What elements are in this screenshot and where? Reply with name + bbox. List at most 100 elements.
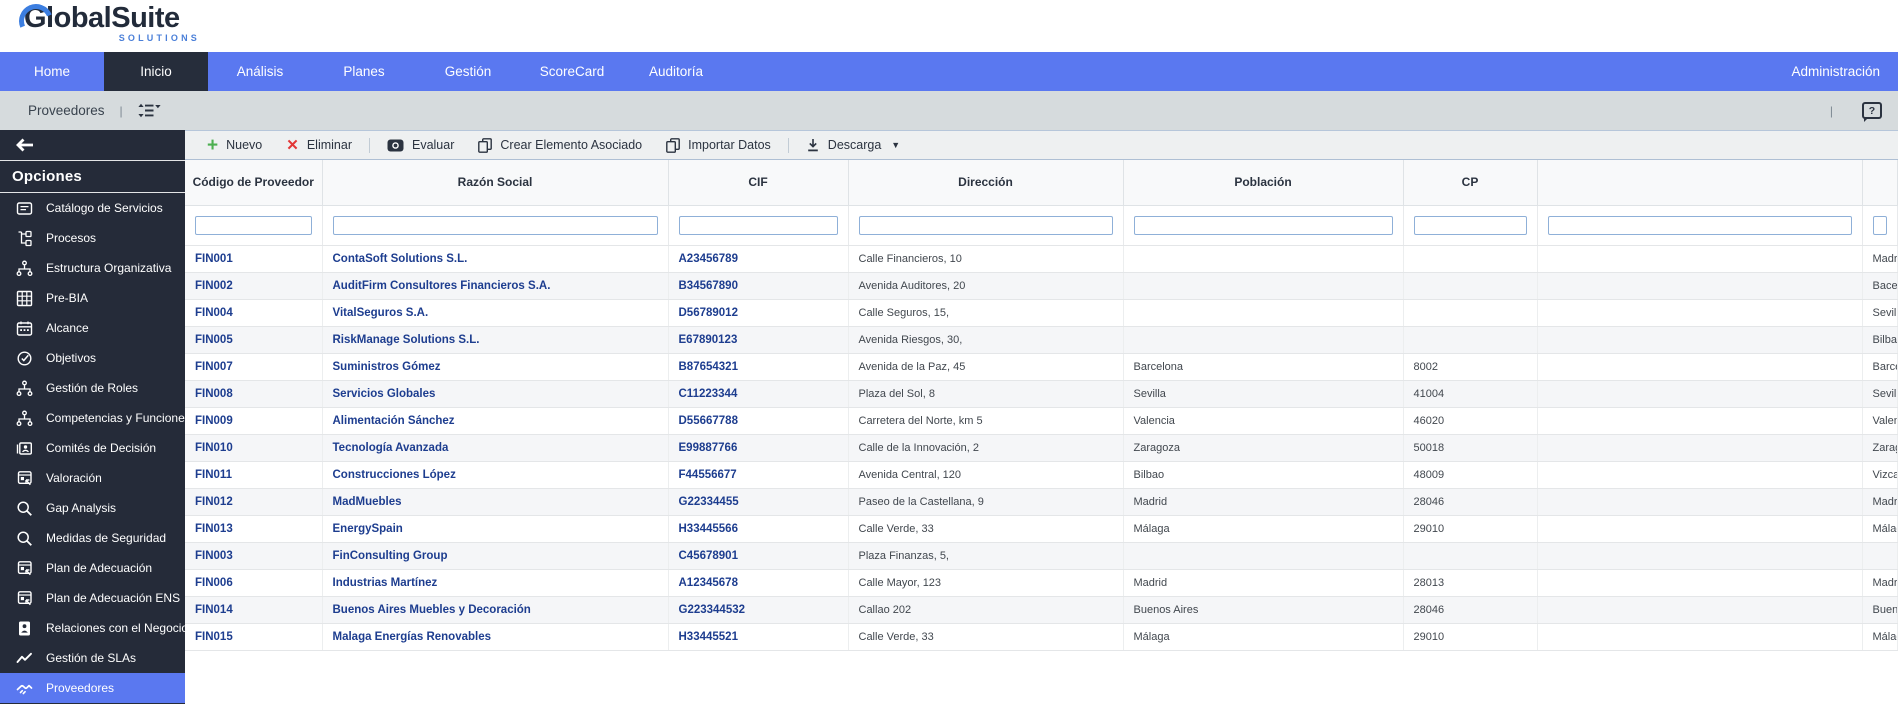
nav-item-planes[interactable]: Planes	[312, 52, 416, 91]
codigo-cell[interactable]: FIN003	[185, 542, 323, 570]
cif-cell[interactable]: G22334455	[668, 488, 849, 516]
table-row-fin009[interactable]: FIN009 Alimentación Sánchez D55667788 Carre…	[185, 407, 1898, 435]
nav-item-auditoria[interactable]: Auditoría	[624, 52, 728, 91]
sidebar-item-gestion-de-roles[interactable]: Gestión de Roles	[0, 373, 185, 403]
razon-social-cell[interactable]: Suministros Gómez	[322, 353, 669, 381]
cif-cell[interactable]: H33445521	[668, 623, 849, 651]
sidebar-item-valoracion[interactable]: Valoración	[0, 463, 185, 493]
column-header-cp[interactable]: CP	[1403, 160, 1538, 206]
sidebar-item-proveedores[interactable]: Proveedores	[0, 673, 185, 703]
razon-social-cell[interactable]: FinConsulting Group	[322, 542, 669, 570]
table-row-fin014[interactable]: FIN014 Buenos Aires Muebles y Decoración G…	[185, 596, 1898, 624]
descarga-button[interactable]: Descarga ▼	[794, 131, 912, 159]
sidebar-item-comites-de-decision[interactable]: Comités de Decisión	[0, 433, 185, 463]
sidebar-item-catalogo-de-servicios[interactable]: Catálogo de Servicios	[0, 193, 185, 223]
cif-cell[interactable]: A12345678	[668, 569, 849, 597]
razon-social-cell[interactable]: EnergySpain	[322, 515, 669, 543]
filter-input-razon-social[interactable]	[332, 215, 658, 235]
codigo-cell[interactable]: FIN001	[185, 245, 323, 273]
table-row-fin007[interactable]: FIN007 Suministros Gómez B87654321 Avenida …	[185, 353, 1898, 381]
table-row-fin011[interactable]: FIN011 Construcciones López F44556677 Aveni…	[185, 461, 1898, 489]
cif-cell[interactable]: B87654321	[668, 353, 849, 381]
view-list-dropdown-button[interactable]	[138, 103, 161, 118]
importar-datos-button[interactable]: Importar Datos	[654, 131, 783, 159]
help-button[interactable]: ?	[1862, 102, 1882, 122]
brand-logo[interactable]: GlobalSuite SOLUTIONS	[13, 0, 200, 44]
column-header-razon-social[interactable]: Razón Social	[322, 160, 669, 206]
razon-social-cell[interactable]: RiskManage Solutions S.L.	[322, 326, 669, 354]
codigo-cell[interactable]: FIN002	[185, 272, 323, 300]
evaluar-button[interactable]: Evaluar	[375, 131, 466, 159]
nav-item-scorecard[interactable]: ScoreCard	[520, 52, 624, 91]
codigo-cell[interactable]: FIN007	[185, 353, 323, 381]
razon-social-cell[interactable]: Alimentación Sánchez	[322, 407, 669, 435]
razon-social-cell[interactable]: Tecnología Avanzada	[322, 434, 669, 462]
nav-item-home[interactable]: Home	[0, 52, 104, 91]
razon-social-cell[interactable]: ContaSoft Solutions S.L.	[322, 245, 669, 273]
nuevo-button[interactable]: + Nuevo	[195, 131, 274, 159]
column-header-poblacion[interactable]: Población	[1123, 160, 1404, 206]
razon-social-cell[interactable]: MadMuebles	[322, 488, 669, 516]
cif-cell[interactable]: D56789012	[668, 299, 849, 327]
nav-item-administracion[interactable]: Administración	[1773, 52, 1898, 91]
table-row-fin012[interactable]: FIN012 MadMuebles G22334455 Paseo de la Cas…	[185, 488, 1898, 516]
sidebar-item-gestion-de-slas[interactable]: Gestión de SLAs	[0, 643, 185, 673]
cif-cell[interactable]: C45678901	[668, 542, 849, 570]
codigo-cell[interactable]: FIN009	[185, 407, 323, 435]
table-row-fin002[interactable]: FIN002 AuditFirm Consultores Financieros …	[185, 272, 1898, 300]
codigo-cell[interactable]: FIN015	[185, 623, 323, 651]
cif-cell[interactable]: E67890123	[668, 326, 849, 354]
filter-input-cp[interactable]	[1413, 215, 1527, 235]
sidebar-item-plan-de-adecuacion[interactable]: Plan de Adecuación	[0, 553, 185, 583]
cif-cell[interactable]: F44556677	[668, 461, 849, 489]
cif-cell[interactable]: E99887766	[668, 434, 849, 462]
sidebar-item-estructura-organizativa[interactable]: Estructura Organizativa	[0, 253, 185, 283]
table-row-fin001[interactable]: FIN001 ContaSoft Solutions S.L. A23456789 C…	[185, 245, 1898, 273]
column-header-col6[interactable]	[1537, 160, 1863, 206]
cif-cell[interactable]: H33445566	[668, 515, 849, 543]
cif-cell[interactable]: C11223344	[668, 380, 849, 408]
cif-cell[interactable]: A23456789	[668, 245, 849, 273]
razon-social-cell[interactable]: Buenos Aires Muebles y Decoración	[322, 596, 669, 624]
razon-social-cell[interactable]: Servicios Globales	[322, 380, 669, 408]
eliminar-button[interactable]: ✕ Eliminar	[274, 131, 364, 159]
table-row-fin003[interactable]: FIN003 FinConsulting Group C45678901 Plaza …	[185, 542, 1898, 570]
sidebar-item-relaciones-con-el-negocio[interactable]: Relaciones con el Negocio	[0, 613, 188, 643]
column-header-codigo-de-proveedor[interactable]: Código de Proveedor	[185, 160, 323, 206]
sidebar-item-objetivos[interactable]: Objetivos	[0, 343, 185, 373]
sidebar-item-procesos[interactable]: Procesos	[0, 223, 185, 253]
sidebar-collapse-button[interactable]	[0, 130, 185, 160]
codigo-cell[interactable]: FIN008	[185, 380, 323, 408]
codigo-cell[interactable]: FIN005	[185, 326, 323, 354]
column-header-direccion[interactable]: Dirección	[848, 160, 1124, 206]
razon-social-cell[interactable]: AuditFirm Consultores Financieros S.A.	[322, 272, 669, 300]
filter-input-col6[interactable]	[1547, 215, 1852, 235]
table-row-fin005[interactable]: FIN005 RiskManage Solutions S.L. E67890123…	[185, 326, 1898, 354]
codigo-cell[interactable]: FIN011	[185, 461, 323, 489]
column-header-cif[interactable]: CIF	[668, 160, 849, 206]
razon-social-cell[interactable]: Construcciones López	[322, 461, 669, 489]
sidebar-item-plan-de-adecuacion-ens[interactable]: Plan de Adecuación ENS	[0, 583, 185, 613]
filter-input-col7[interactable]	[1872, 215, 1887, 235]
table-row-fin013[interactable]: FIN013 EnergySpain H33445566 Calle Verde, 3…	[185, 515, 1898, 543]
cif-cell[interactable]: G223344532	[668, 596, 849, 624]
codigo-cell[interactable]: FIN006	[185, 569, 323, 597]
cif-cell[interactable]: B34567890	[668, 272, 849, 300]
sidebar-item-pre-bia[interactable]: Pre-BIA	[0, 283, 185, 313]
sidebar-item-medidas-de-seguridad[interactable]: Medidas de Seguridad	[0, 523, 185, 553]
nav-item-analisis[interactable]: Análisis	[208, 52, 312, 91]
nav-item-inicio[interactable]: Inicio	[104, 52, 208, 91]
codigo-cell[interactable]: FIN014	[185, 596, 323, 624]
razon-social-cell[interactable]: Malaga Energías Renovables	[322, 623, 669, 651]
codigo-cell[interactable]: FIN013	[185, 515, 323, 543]
table-row-fin015[interactable]: FIN015 Malaga Energías Renovables H3344552…	[185, 623, 1898, 651]
table-row-fin006[interactable]: FIN006 Industrias Martínez A12345678 Calle …	[185, 569, 1898, 597]
razon-social-cell[interactable]: Industrias Martínez	[322, 569, 669, 597]
table-row-fin008[interactable]: FIN008 Servicios Globales C11223344 Plaza d…	[185, 380, 1898, 408]
razon-social-cell[interactable]: VitalSeguros S.A.	[322, 299, 669, 327]
sidebar-item-alcance[interactable]: Alcance	[0, 313, 185, 343]
table-row-fin004[interactable]: FIN004 VitalSeguros S.A. D56789012 Calle Se…	[185, 299, 1898, 327]
table-row-fin010[interactable]: FIN010 Tecnología Avanzada E99887766 Calle …	[185, 434, 1898, 462]
crear-elemento-asociado-button[interactable]: Crear Elemento Asociado	[466, 131, 654, 159]
column-header-col7[interactable]	[1862, 160, 1898, 206]
